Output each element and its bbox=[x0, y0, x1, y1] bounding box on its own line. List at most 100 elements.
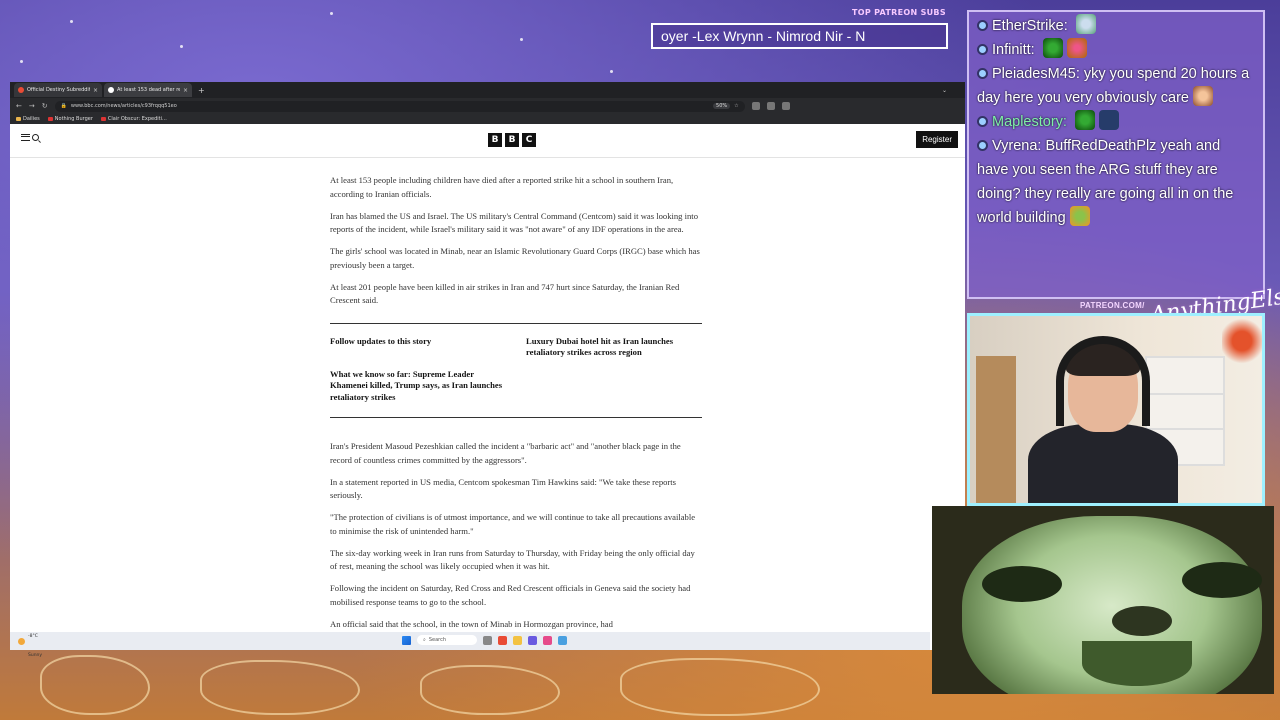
emote-icon bbox=[1066, 38, 1087, 58]
pet-mouth bbox=[1082, 641, 1192, 686]
extension-icon[interactable] bbox=[751, 102, 760, 110]
extensions-puzzle-icon[interactable] bbox=[766, 102, 775, 110]
emote-icon bbox=[1042, 38, 1063, 58]
article-paragraph: An official said that the school, in the… bbox=[330, 618, 613, 629]
bookcase bbox=[976, 356, 1016, 503]
chat-message: Vyrena: BuffRedDeathPlz yeah and have yo… bbox=[977, 138, 1234, 226]
plant bbox=[1222, 316, 1262, 366]
article-paragraph: At least 201 people have been killed in … bbox=[330, 281, 680, 306]
webcam-feed bbox=[967, 313, 1265, 506]
chat-username: Infinitt: bbox=[992, 42, 1035, 58]
windows-start-icon[interactable] bbox=[402, 635, 411, 645]
logo-letter: C bbox=[522, 133, 536, 147]
new-tab-icon[interactable]: + bbox=[194, 86, 209, 95]
zoom-badge[interactable]: 50% bbox=[713, 103, 731, 109]
tab-title: At least 153 dead after reporte... bbox=[117, 87, 180, 93]
chat-message: Maplestory: bbox=[977, 110, 1255, 134]
chat-username: Maplestory: bbox=[992, 114, 1067, 130]
logo-letter: B bbox=[488, 133, 502, 147]
address-bar-row: ← → ↻ 🔒 www.bbc.com/news/articles/c93frq… bbox=[10, 98, 965, 114]
article-paragraph: The six-day working week in Iran runs fr… bbox=[330, 547, 695, 572]
bbc-header: B B C Register bbox=[10, 124, 965, 158]
emote-icon bbox=[1069, 206, 1090, 226]
bookmark-clair-obscur[interactable]: Clair Obscur: Expediti... bbox=[100, 116, 167, 122]
lock-icon: 🔒 bbox=[60, 103, 67, 109]
close-tab-icon[interactable]: × bbox=[183, 87, 188, 94]
sun-icon bbox=[18, 637, 25, 645]
bookmark-star-icon[interactable]: ☆ bbox=[734, 103, 738, 109]
related-links: Follow updates to this story Luxury Duba… bbox=[330, 322, 702, 418]
logo-letter: B bbox=[505, 133, 519, 147]
chat-username: PleiadesM45: bbox=[992, 66, 1080, 82]
bookmark-favicon-icon bbox=[100, 117, 106, 121]
taskbar-apps: ⌕ Search bbox=[402, 635, 567, 645]
article-body: At least 153 people including children h… bbox=[330, 174, 702, 640]
chrome-icon[interactable] bbox=[498, 635, 507, 645]
article-paragraph: In a statement reported in US media, Cen… bbox=[330, 476, 677, 501]
article-paragraph: At least 153 people including children h… bbox=[330, 175, 674, 199]
bookmark-nothing-burger[interactable]: Nothing Burger bbox=[47, 116, 93, 122]
register-button[interactable]: Register bbox=[916, 131, 958, 148]
bbc-favicon-icon bbox=[108, 87, 114, 93]
url-field[interactable]: 🔒 www.bbc.com/news/articles/c93frqqq51eo… bbox=[54, 100, 745, 112]
article-paragraph: Following the incident on Saturday, Red … bbox=[330, 583, 691, 607]
tab-search-chevron-icon[interactable]: ⌄ bbox=[942, 87, 947, 94]
web-page: B B C Register At least 153 people inclu… bbox=[10, 124, 965, 650]
forward-icon[interactable]: → bbox=[29, 102, 35, 110]
article-paragraph: "The protection of civilians is of utmos… bbox=[330, 512, 696, 536]
url-text: www.bbc.com/news/articles/c93frqqq51eo bbox=[70, 103, 177, 109]
tab-bar: Official Destiny Subreddit × At least 15… bbox=[10, 82, 965, 98]
article-paragraph: Iran has blamed the US and Israel. The U… bbox=[330, 210, 698, 235]
app-icon[interactable] bbox=[558, 635, 567, 645]
tab-destiny-subreddit[interactable]: Official Destiny Subreddit × bbox=[14, 83, 102, 97]
bookmarks-bar: Dailies Nothing Burger Clair Obscur: Exp… bbox=[10, 114, 965, 124]
emote-icon bbox=[1192, 86, 1213, 106]
chat-overlay: EtherStrike: Infinitt: PleiadesM45: yky … bbox=[967, 10, 1265, 299]
tab-title: Official Destiny Subreddit bbox=[27, 87, 90, 93]
taskbar-search[interactable]: ⌕ Search bbox=[417, 635, 477, 645]
windows-taskbar: -8°C Sunny ⌕ Search bbox=[10, 632, 930, 658]
sub-badge-icon bbox=[977, 20, 988, 31]
sub-badge-icon bbox=[977, 68, 988, 79]
related-link-dubai-hotel[interactable]: Luxury Dubai hotel hit as Iran launches … bbox=[526, 336, 702, 359]
chat-username: EtherStrike: bbox=[992, 18, 1068, 34]
bookmark-favicon-icon bbox=[47, 117, 53, 121]
headset-icon bbox=[1056, 336, 1150, 426]
article-paragraph: Iran's President Masoud Pezeshkian calle… bbox=[330, 441, 681, 465]
top-subs-label: TOP PATREON SUBS bbox=[852, 8, 946, 17]
pet-cam-feed bbox=[932, 506, 1274, 694]
tab-bbc-article[interactable]: At least 153 dead after reporte... × bbox=[104, 83, 192, 97]
close-tab-icon[interactable]: × bbox=[93, 87, 98, 94]
reddit-favicon-icon bbox=[18, 87, 24, 93]
search-icon: ⌕ bbox=[423, 637, 426, 643]
related-link-follow-updates[interactable]: Follow updates to this story bbox=[330, 336, 506, 359]
menu-search-button[interactable] bbox=[21, 134, 39, 141]
folder-icon bbox=[16, 117, 21, 121]
article-paragraph: The girls' school was located in Minab, … bbox=[330, 246, 700, 270]
emote-icon bbox=[1075, 14, 1096, 34]
sub-badge-icon bbox=[977, 116, 988, 127]
app-icon[interactable] bbox=[543, 635, 552, 645]
pet-eye bbox=[982, 566, 1062, 602]
search-icon bbox=[32, 134, 39, 141]
bookmark-dailies[interactable]: Dailies bbox=[16, 116, 40, 122]
back-icon[interactable]: ← bbox=[16, 102, 22, 110]
weather-desc: Sunny bbox=[28, 653, 43, 658]
weather-temp: -8°C bbox=[28, 634, 38, 639]
related-link-what-we-know[interactable]: What we know so far: Supreme Leader Kham… bbox=[330, 369, 506, 404]
hamburger-icon bbox=[21, 134, 30, 141]
reload-icon[interactable]: ↻ bbox=[42, 102, 48, 110]
pet-eye bbox=[1182, 562, 1262, 598]
chat-message: Infinitt: bbox=[977, 38, 1255, 62]
weather-widget[interactable]: -8°C Sunny bbox=[18, 622, 42, 660]
chat-username: Vyrena: bbox=[992, 138, 1042, 154]
browser-window: Official Destiny Subreddit × At least 15… bbox=[10, 82, 965, 650]
task-view-icon[interactable] bbox=[483, 635, 492, 645]
emote-icon bbox=[1098, 110, 1119, 130]
file-explorer-icon[interactable] bbox=[513, 635, 522, 645]
bbc-logo[interactable]: B B C bbox=[488, 133, 536, 147]
discord-icon[interactable] bbox=[528, 635, 537, 645]
streamer bbox=[1028, 336, 1178, 503]
sub-badge-icon bbox=[977, 44, 988, 55]
profile-icon[interactable] bbox=[781, 102, 790, 110]
